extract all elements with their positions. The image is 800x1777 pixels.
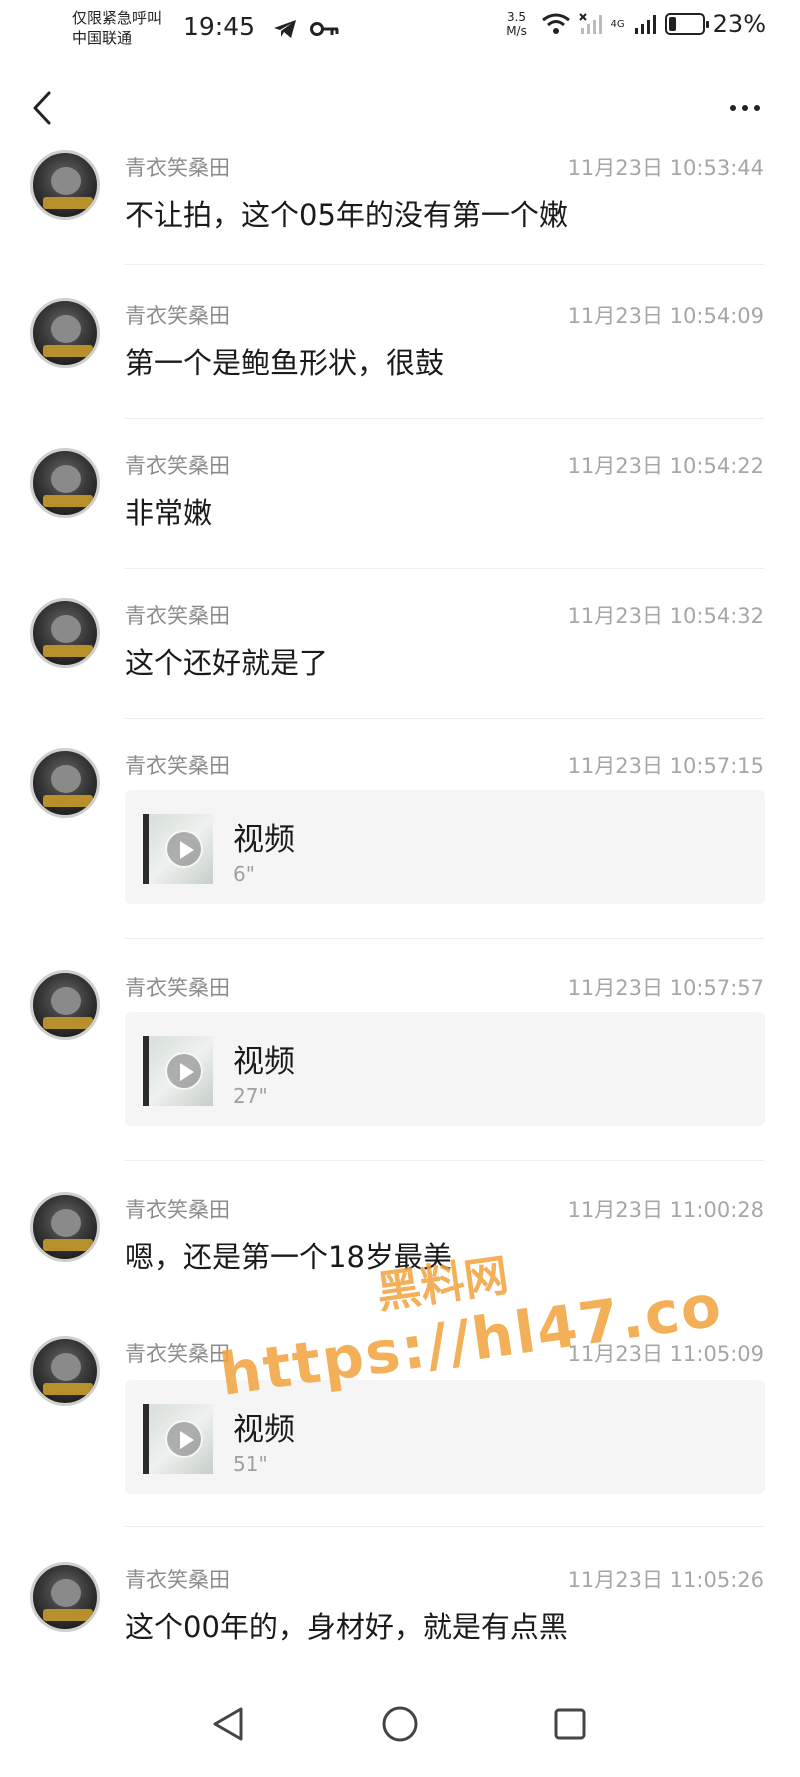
- avatar[interactable]: [30, 1336, 100, 1406]
- sender-name: 青衣笑桑田: [125, 156, 230, 180]
- carrier-line-1: 仅限紧急呼叫: [72, 9, 163, 27]
- network-speed: 3.5 M/s: [501, 10, 533, 38]
- video-thumbnail: [143, 1036, 213, 1106]
- sender-name: 青衣笑桑田: [125, 604, 230, 628]
- play-icon: [165, 830, 203, 868]
- message-time: 11月23日 10:54:09: [567, 304, 764, 328]
- sender-name: 青衣笑桑田: [125, 754, 230, 778]
- divider: [125, 1526, 764, 1527]
- battery-icon: [664, 13, 709, 35]
- divider: [125, 1160, 764, 1161]
- message-time: 11月23日 11:00:28: [567, 1198, 764, 1222]
- key-icon: [310, 22, 339, 36]
- avatar[interactable]: [30, 598, 100, 668]
- sender-name: 青衣笑桑田: [125, 1568, 230, 1592]
- more-dot-icon: [730, 105, 736, 111]
- divider: [125, 718, 764, 719]
- play-icon: [165, 1420, 203, 1458]
- divider: [125, 418, 764, 419]
- video-message-card[interactable]: 视频 27": [125, 1012, 765, 1126]
- status-right: 3.5 M/s 4G 23%: [501, 10, 766, 38]
- circle-home-icon: [382, 1706, 418, 1742]
- speed-value: 3.5: [506, 10, 527, 24]
- message-time: 11月23日 10:57:57: [567, 976, 764, 1000]
- carrier-line-2: 中国联通: [72, 29, 133, 47]
- speed-unit: M/s: [506, 24, 527, 38]
- message-time: 11月23日 11:05:26: [567, 1568, 764, 1592]
- chevron-left-icon: [33, 91, 51, 125]
- battery-percent: 23%: [712, 10, 766, 38]
- video-message-card[interactable]: 视频 6": [125, 790, 765, 904]
- video-title: 视频: [233, 1412, 295, 1448]
- status-time: 19:45: [183, 12, 256, 41]
- chat-header: [0, 72, 800, 142]
- triangle-back-icon: [213, 1707, 243, 1741]
- avatar[interactable]: [30, 298, 100, 368]
- message-time: 11月23日 10:54:32: [567, 604, 764, 628]
- message-time: 11月23日 10:53:44: [567, 156, 764, 180]
- more-dot-icon: [742, 105, 748, 111]
- avatar[interactable]: [30, 970, 100, 1040]
- nav-back-button[interactable]: [204, 1700, 252, 1748]
- signal-sim1-icon: [578, 13, 602, 34]
- more-dot-icon: [754, 105, 760, 111]
- telegram-icon: [274, 20, 296, 38]
- sender-name: 青衣笑桑田: [125, 1342, 230, 1366]
- message-text: 非常嫩: [125, 496, 213, 530]
- back-button[interactable]: [22, 86, 62, 130]
- message-item[interactable]: 青衣笑桑田 11月23日 10:54:32 这个还好就是了: [0, 570, 800, 720]
- video-thumbnail: [143, 1404, 213, 1474]
- message-item[interactable]: 青衣笑桑田 11月23日 10:54:09 第一个是鲍鱼形状，很鼓: [0, 270, 800, 420]
- message-item[interactable]: 青衣笑桑田 11月23日 10:57:15 视频 6": [0, 720, 800, 942]
- avatar[interactable]: [30, 1192, 100, 1262]
- message-time: 11月23日 10:57:15: [567, 754, 764, 778]
- sender-name: 青衣笑桑田: [125, 1198, 230, 1222]
- video-message-card[interactable]: 视频 51": [125, 1380, 765, 1494]
- divider: [125, 264, 764, 265]
- play-icon: [165, 1052, 203, 1090]
- sender-name: 青衣笑桑田: [125, 976, 230, 1000]
- signal-sim2-icon: [634, 15, 656, 34]
- carrier-info: 仅限紧急呼叫 中国联通: [72, 8, 162, 48]
- signal-label: 4G: [610, 18, 625, 30]
- message-item[interactable]: 青衣笑桑田 11月23日 11:05:26 这个00年的，身材好，就是有点黑: [0, 1536, 800, 1676]
- sender-name: 青衣笑桑田: [125, 304, 230, 328]
- battery-fill: [668, 17, 676, 31]
- divider: [125, 568, 764, 569]
- video-thumbnail: [143, 814, 213, 884]
- avatar[interactable]: [30, 150, 100, 220]
- video-title: 视频: [233, 822, 295, 858]
- avatar[interactable]: [30, 1562, 100, 1632]
- video-title: 视频: [233, 1044, 295, 1080]
- more-button[interactable]: [720, 86, 770, 130]
- avatar[interactable]: [30, 748, 100, 818]
- wifi-icon: [541, 13, 570, 34]
- video-duration: 27": [233, 1084, 268, 1108]
- nav-home-button[interactable]: [376, 1700, 424, 1748]
- divider: [125, 938, 764, 939]
- message-item[interactable]: 青衣笑桑田 11月23日 10:53:44 不让拍，这个05年的没有第一个嫩: [0, 140, 800, 270]
- square-recents-icon: [554, 1708, 586, 1740]
- status-bar: 仅限紧急呼叫 中国联通 19:45 3.5 M/s 4G 23%: [0, 0, 800, 60]
- message-text: 不让拍，这个05年的没有第一个嫩: [125, 198, 568, 232]
- message-item[interactable]: 青衣笑桑田 11月23日 10:57:57 视频 27": [0, 942, 800, 1164]
- avatar[interactable]: [30, 448, 100, 518]
- message-text: 这个00年的，身材好，就是有点黑: [125, 1610, 568, 1644]
- message-time: 11月23日 10:54:22: [567, 454, 764, 478]
- video-duration: 6": [233, 862, 255, 886]
- message-item[interactable]: 青衣笑桑田 11月23日 10:54:22 非常嫩: [0, 420, 800, 570]
- message-text: 这个还好就是了: [125, 646, 329, 680]
- system-nav-bar: [0, 1680, 800, 1777]
- video-duration: 51": [233, 1452, 268, 1476]
- sender-name: 青衣笑桑田: [125, 454, 230, 478]
- status-icons-left: [272, 18, 340, 40]
- message-text: 第一个是鲍鱼形状，很鼓: [125, 346, 445, 380]
- nav-recents-button[interactable]: [546, 1700, 594, 1748]
